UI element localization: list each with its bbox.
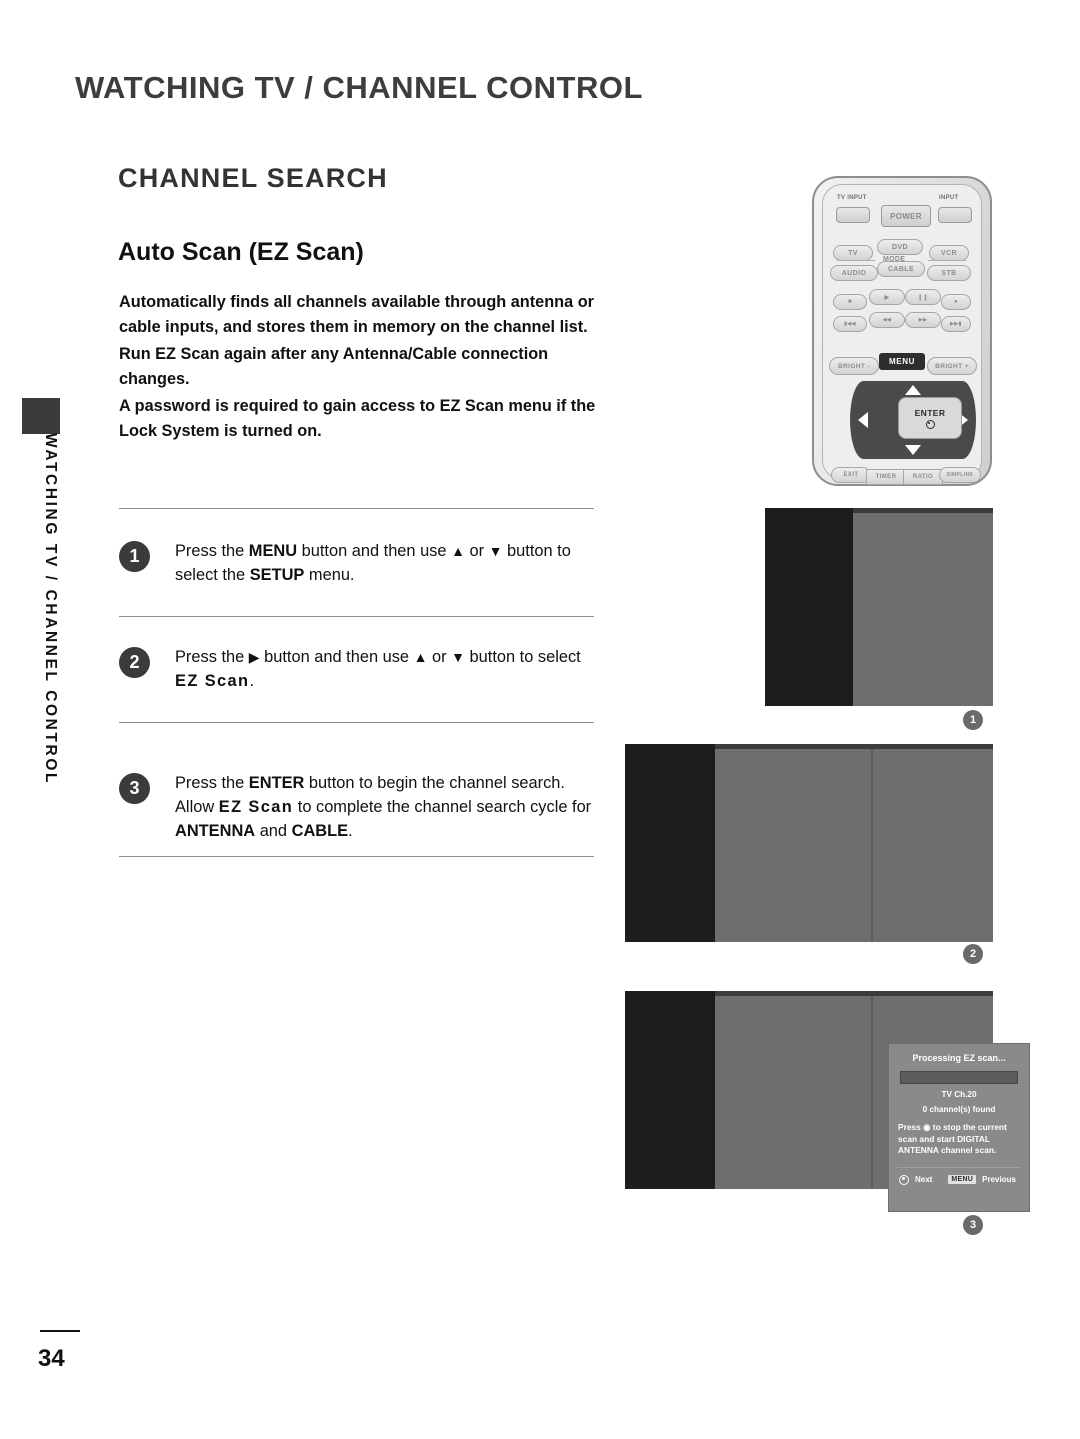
channels-found: 0 channel(s) found: [922, 1105, 996, 1114]
section-title: CHANNEL SEARCH: [118, 163, 388, 193]
step-3: 3 Press the ENTER button to begin the ch…: [119, 771, 599, 843]
manual-page: WATCHING TV / CHANNEL CONTROL WATCHING T…: [0, 0, 1080, 1439]
intro-paragraph: Run EZ Scan again after any Antenna/Cabl…: [119, 345, 549, 388]
step-badge: 1: [119, 541, 150, 572]
shot-number-3: 3: [963, 1215, 983, 1235]
osd-sidebar: [765, 508, 853, 706]
pause-button[interactable]: ❙❙: [905, 289, 941, 305]
page-number: 34: [38, 1345, 65, 1372]
mode-cable-button[interactable]: CABLE: [877, 261, 925, 277]
simplink-button[interactable]: SIMPLINK: [939, 467, 981, 483]
shot-number-1: 1: [963, 710, 983, 730]
mode-vcr-button[interactable]: VCR: [929, 245, 969, 261]
power-button[interactable]: POWER: [881, 205, 931, 227]
bright-minus-button[interactable]: BRIGHT -: [829, 357, 879, 375]
enter-label: ENTER: [914, 407, 946, 418]
scan-progress-bar: [900, 1071, 1018, 1084]
stop-button[interactable]: ■: [833, 294, 867, 310]
current-channel: TV Ch.20: [941, 1090, 977, 1099]
navigation-dpad[interactable]: ENTER: [850, 381, 976, 459]
dialog-title: Processing EZ scan...: [912, 1053, 1006, 1063]
left-arrow-icon[interactable]: [858, 412, 868, 428]
input-button[interactable]: [938, 207, 972, 223]
page-title: WATCHING TV / CHANNEL CONTROL: [75, 70, 643, 105]
osd-menu-list: [853, 513, 993, 706]
dialog-footer: Next MENU Previous: [889, 1168, 1029, 1185]
osd-sidebar: [625, 744, 715, 942]
intro-paragraphs: Automatically finds all channels availab…: [119, 290, 599, 447]
mode-tv-button[interactable]: TV: [833, 245, 873, 261]
divider-2: [119, 722, 594, 723]
processing-dialog: Processing EZ scan... TV Ch.20 0 channel…: [888, 1043, 1030, 1212]
dialog-body-text: Press ◉ to stop the current scan and sta…: [898, 1122, 1007, 1155]
subsection-title: Auto Scan (EZ Scan): [118, 238, 364, 266]
step-2: 2 Press the ▶ button and then use ▲ or ▼…: [119, 645, 599, 693]
mode-stb-button[interactable]: STB: [927, 265, 971, 281]
play-button[interactable]: ▶: [869, 289, 905, 305]
osd-menu-list: [715, 749, 871, 942]
fast-forward-button[interactable]: ▶▶: [905, 312, 941, 328]
menu-button[interactable]: MENU: [879, 353, 925, 370]
tv-input-button[interactable]: [836, 207, 870, 223]
step-text: Press the ▶ button and then use ▲ or ▼ b…: [175, 648, 581, 690]
osd-menu-list: [715, 996, 871, 1189]
footer-divider: [40, 1330, 80, 1332]
next-label: Next: [915, 1175, 933, 1184]
mode-audio-button[interactable]: AUDIO: [830, 265, 878, 281]
tv-input-label: TV INPUT: [837, 195, 867, 201]
intro-paragraph: A password is required to gain access to…: [119, 397, 596, 440]
osd-screenshot-1: [765, 508, 993, 706]
step-badge: 3: [119, 773, 150, 804]
ok-dot-icon[interactable]: [899, 1174, 909, 1185]
rewind-button[interactable]: ◀◀: [869, 312, 905, 328]
exit-button[interactable]: EXIT: [831, 467, 871, 483]
ratio-button[interactable]: RATIO: [903, 469, 943, 485]
side-tab-label: WATCHING TV / CHANNEL CONTROL: [42, 432, 59, 786]
divider-top: [119, 508, 594, 509]
divider-1: [119, 616, 594, 617]
remote-face: TV INPUT INPUT POWER TV DVD VCR MODE AUD…: [822, 184, 982, 485]
record-button[interactable]: ●: [941, 294, 971, 310]
up-arrow-icon[interactable]: [905, 385, 921, 395]
step-1: 1 Press the MENU button and then use ▲ o…: [119, 539, 599, 587]
down-arrow-icon[interactable]: [905, 445, 921, 455]
step-badge: 2: [119, 647, 150, 678]
step-text: Press the ENTER button to begin the chan…: [175, 774, 592, 840]
bright-plus-button[interactable]: BRIGHT +: [927, 357, 977, 375]
osd-help-panel: [873, 749, 993, 942]
osd-screenshot-2: [625, 744, 993, 942]
shot-number-2: 2: [963, 944, 983, 964]
input-label: INPUT: [939, 195, 959, 201]
intro-paragraph: Automatically finds all channels availab…: [119, 293, 594, 336]
menu-key-icon[interactable]: MENU: [948, 1175, 977, 1184]
divider-3: [119, 856, 594, 857]
enter-dot-icon: [925, 419, 935, 429]
timer-button[interactable]: TIMER: [866, 469, 906, 485]
enter-button[interactable]: ENTER: [898, 397, 962, 439]
skip-forward-button[interactable]: ▶▶▮: [941, 316, 971, 332]
previous-label: Previous: [982, 1175, 1016, 1184]
remote-control-illustration: TV INPUT INPUT POWER TV DVD VCR MODE AUD…: [812, 176, 992, 486]
skip-back-button[interactable]: ▮◀◀: [833, 316, 867, 332]
mode-dvd-button[interactable]: DVD: [877, 239, 923, 255]
osd-sidebar: [625, 991, 715, 1189]
step-text: Press the MENU button and then use ▲ or …: [175, 542, 571, 584]
